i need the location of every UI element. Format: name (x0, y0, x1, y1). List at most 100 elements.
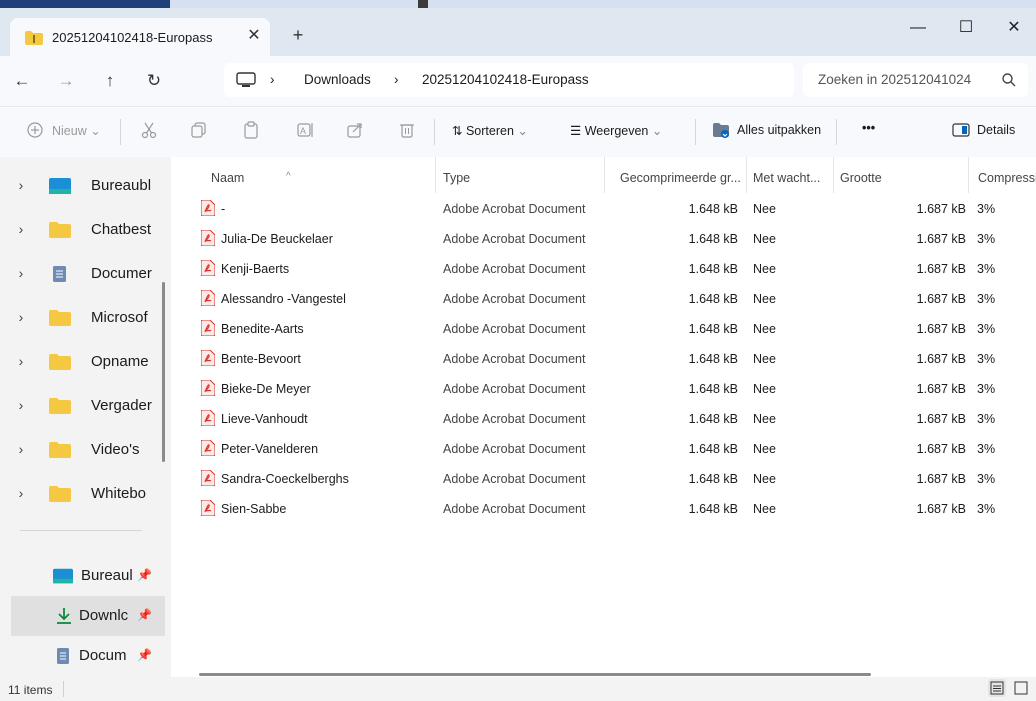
maximize-button[interactable]: ☐ (948, 16, 984, 40)
column-header-type[interactable]: Type (443, 171, 470, 185)
cut-icon[interactable] (140, 121, 158, 139)
new-button[interactable]: Nieuw ⌄ (52, 123, 101, 138)
file-compressed-size: 1.648 kB (688, 292, 738, 306)
share-icon[interactable] (346, 121, 364, 139)
table-row[interactable]: Julia-De Beuckelaer Adobe Acrobat Documen… (171, 224, 1036, 254)
pdf-file-icon (201, 350, 215, 366)
search-box[interactable]: Zoeken in 202512041024 (803, 63, 1028, 97)
chevron-right-icon[interactable]: › (11, 309, 31, 325)
quick-access-downloads[interactable]: Downlc 📌 (11, 596, 165, 636)
chevron-right-icon[interactable]: › (11, 485, 31, 501)
tab-europass[interactable]: 20251204102418-Europass ✕ (10, 18, 270, 58)
table-row[interactable]: Kenji-Baerts Adobe Acrobat Document 1.648 … (171, 254, 1036, 284)
chevron-right-icon[interactable]: › (11, 177, 31, 193)
tiles-view-icon[interactable] (1012, 679, 1030, 697)
chevron-right-icon[interactable]: › (11, 221, 31, 237)
file-name: Bente-Bevoort (221, 352, 301, 366)
breadcrumb-europass[interactable]: 20251204102418-Europass (422, 72, 589, 87)
table-row[interactable]: Bieke-De Meyer Adobe Acrobat Document 1.64… (171, 374, 1036, 404)
column-header-name[interactable]: Naam (211, 171, 244, 185)
file-ratio: 3% (977, 472, 996, 486)
sidebar-item-documents[interactable]: › Documer (11, 257, 165, 291)
documents-icon (53, 266, 66, 282)
paste-icon[interactable] (242, 121, 260, 139)
column-header-compressed[interactable]: Gecomprimeerde gr... (620, 171, 741, 185)
copy-icon[interactable] (190, 121, 208, 139)
column-divider[interactable] (604, 157, 605, 193)
column-header-password[interactable]: Met wacht... (753, 171, 820, 185)
view-label: Weergeven (584, 124, 649, 138)
table-row[interactable]: Sandra-Coeckelberghs Adobe Acrobat Docume… (171, 464, 1036, 494)
file-name: Benedite-Aarts (221, 322, 304, 336)
back-button[interactable]: ← (10, 69, 34, 93)
extract-all-button[interactable]: Alles uitpakken (737, 123, 821, 137)
file-password: Nee (753, 232, 776, 246)
delete-icon[interactable] (398, 121, 416, 139)
refresh-button[interactable]: ↻ (142, 69, 166, 93)
new-tab-button[interactable]: + (287, 24, 309, 46)
file-explorer-window: 20251204102418-Europass ✕ + — ☐ ✕ ← → ↑ … (0, 8, 1036, 701)
sidebar-scrollbar[interactable] (162, 282, 165, 462)
sort-label: Sorteren (465, 124, 514, 138)
column-divider[interactable] (435, 157, 436, 193)
sidebar-item-chatbest[interactable]: › Chatbest (11, 213, 165, 247)
file-compressed-size: 1.648 kB (688, 322, 738, 336)
pin-icon: 📌 (137, 608, 152, 622)
file-password: Nee (753, 202, 776, 216)
sidebar-item-microsoft[interactable]: › Microsof (11, 301, 165, 335)
sort-button[interactable]: ⇅ Sorteren ⌄ (452, 123, 528, 138)
chevron-right-icon[interactable]: › (11, 265, 31, 281)
address-bar[interactable]: › Downloads › 20251204102418-Europass (224, 63, 794, 97)
chevron-right-icon[interactable]: › (11, 353, 31, 369)
file-compressed-size: 1.648 kB (688, 202, 738, 216)
file-compressed-size: 1.648 kB (688, 442, 738, 456)
sort-ascending-icon: ^ (286, 171, 291, 182)
chevron-right-icon[interactable]: › (11, 441, 31, 457)
column-divider[interactable] (833, 157, 834, 193)
details-view-icon[interactable] (988, 679, 1006, 697)
sidebar-item-label: Opname (91, 353, 149, 370)
table-row[interactable]: Sien-Sabbe Adobe Acrobat Document 1.648 kB… (171, 494, 1036, 524)
table-row[interactable]: Alessandro -Vangestel Adobe Acrobat Docum… (171, 284, 1036, 314)
up-button[interactable]: ↑ (98, 69, 122, 93)
file-compressed-size: 1.648 kB (688, 232, 738, 246)
file-compressed-size: 1.648 kB (688, 382, 738, 396)
close-tab-button[interactable]: ✕ (244, 26, 264, 46)
forward-button[interactable]: → (54, 69, 78, 93)
table-row[interactable]: Bente-Bevoort Adobe Acrobat Document 1.648… (171, 344, 1036, 374)
sidebar-item-opname[interactable]: › Opname (11, 345, 165, 379)
column-divider[interactable] (746, 157, 747, 193)
sidebar-item-whitebo[interactable]: › Whitebo (11, 477, 165, 511)
quick-access-desktop[interactable]: Bureaul 📌 (11, 556, 165, 596)
table-row[interactable]: Lieve-Vanhoudt Adobe Acrobat Document 1.64… (171, 404, 1036, 434)
close-window-button[interactable]: ✕ (996, 16, 1032, 40)
view-button[interactable]: ☰ Weergeven ⌄ (570, 123, 662, 138)
breadcrumb-downloads[interactable]: Downloads (304, 72, 371, 87)
sidebar-item-desktop[interactable]: › Bureaubl (11, 169, 165, 203)
table-row[interactable]: Peter-Vanelderen Adobe Acrobat Document 1.… (171, 434, 1036, 464)
table-row[interactable]: Benedite-Aarts Adobe Acrobat Document 1.64… (171, 314, 1036, 344)
file-type: Adobe Acrobat Document (443, 382, 586, 396)
minimize-button[interactable]: — (900, 16, 936, 40)
column-divider[interactable] (968, 157, 969, 193)
file-ratio: 3% (977, 382, 996, 396)
rename-icon[interactable]: A (296, 121, 314, 139)
column-header-ratio[interactable]: Compressi (978, 171, 1036, 185)
pin-icon: 📌 (137, 648, 152, 662)
more-options-button[interactable]: ••• (862, 121, 875, 135)
file-ratio: 3% (977, 502, 996, 516)
sidebar-item-vergader[interactable]: › Vergader (11, 389, 165, 423)
quick-access-documents[interactable]: Docum 📌 (11, 636, 165, 676)
navigation-pane: › Bureaubl › Chatbest › Documer › Micros… (0, 157, 171, 677)
horizontal-scrollbar[interactable] (199, 673, 871, 676)
pdf-file-icon (201, 500, 215, 516)
pdf-file-icon (201, 380, 215, 396)
file-type: Adobe Acrobat Document (443, 322, 586, 336)
table-row[interactable]: - Adobe Acrobat Document 1.648 kB Nee 1.687 … (171, 194, 1036, 224)
sidebar-item-videos[interactable]: › Video's (11, 433, 165, 467)
sidebar-item-label: Documer (91, 265, 152, 282)
details-button[interactable]: Details (977, 123, 1015, 137)
chevron-right-icon[interactable]: › (11, 397, 31, 413)
divider (836, 119, 837, 145)
column-header-size[interactable]: Grootte (840, 171, 882, 185)
